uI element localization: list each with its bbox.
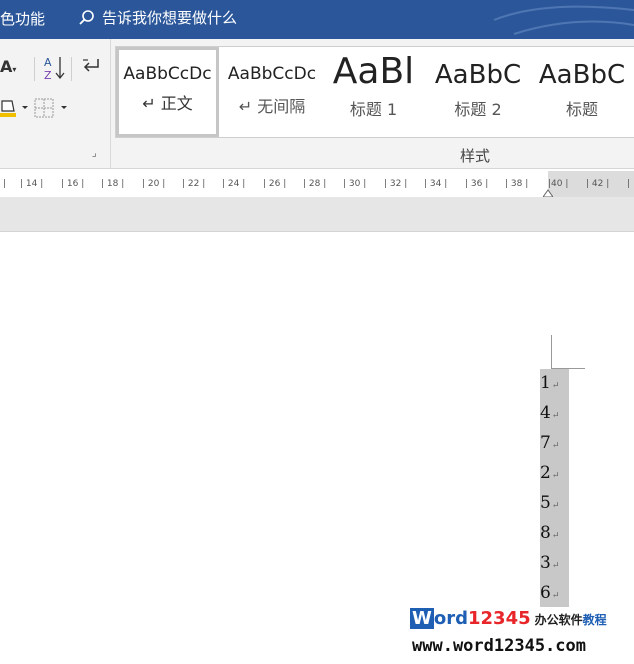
document-page[interactable]: [0, 232, 634, 664]
ruler-tick: | 24 |: [222, 179, 246, 189]
document-line[interactable]: 5↵: [540, 493, 570, 523]
ruler-tick: |: [627, 179, 631, 189]
watermark-caption: 办公软件: [534, 613, 583, 627]
document-line[interactable]: 4↵: [540, 403, 570, 433]
style-sample: AaBbCcDc: [123, 64, 212, 84]
svg-text:Z: Z: [44, 69, 52, 81]
shading-icon[interactable]: [0, 97, 32, 123]
ruler-tick: | 22 |: [182, 179, 206, 189]
watermark-caption: 教程: [582, 613, 607, 627]
line-text: 3: [540, 553, 551, 573]
font-size-icon[interactable]: A▾: [0, 57, 16, 76]
title-bar-decoration: [493, 5, 634, 35]
style-heading-1[interactable]: AaBl 标题 1: [326, 47, 421, 137]
style-sample: AaBbC: [538, 60, 626, 90]
paragraph-group: A▾ A Z ⌟: [0, 39, 111, 168]
style-title[interactable]: AaBbC 标题: [532, 47, 632, 137]
ruler-tick: | 38 |: [505, 179, 529, 189]
line-text: 7: [540, 433, 551, 453]
document-line[interactable]: 3↵: [540, 553, 570, 583]
style-sample: AaBbC: [434, 60, 522, 90]
paragraph-mark-icon[interactable]: [80, 55, 102, 81]
ruler-tick: | 34 |: [424, 179, 448, 189]
styles-group-label: 样式: [460, 147, 491, 165]
ribbon: A▾ A Z ⌟ AaBbCcDc ↵ 正文 AaBbCcDc ↵ 无间隔 Aa…: [0, 39, 634, 169]
search-icon: [79, 9, 94, 25]
watermark-ord: ord: [433, 608, 468, 629]
style-label: ↵ 正文: [142, 94, 193, 113]
watermark-url: www.word12345.com: [412, 636, 586, 656]
style-label: 标题 2: [454, 100, 502, 119]
ruler-tick: | 26 |: [263, 179, 287, 189]
ruler-tick: | 42 |: [586, 179, 610, 189]
watermark-w: W: [410, 608, 434, 629]
document-line[interactable]: 7↵: [540, 433, 570, 463]
borders-icon[interactable]: [34, 97, 74, 123]
style-label: ↵ 无间隔: [238, 97, 306, 116]
title-bar: 色功能 告诉我你想要做什么: [0, 0, 634, 39]
margin-corner-mark: [551, 335, 552, 369]
style-heading-2[interactable]: AaBbC 标题 2: [428, 47, 528, 137]
ruler-tick: | 36 |: [465, 179, 489, 189]
tell-me-text: 告诉我你想要做什么: [102, 9, 238, 27]
right-indent-marker-icon[interactable]: [543, 188, 553, 197]
line-text: 1: [540, 373, 551, 393]
ruler-tick: | 16 |: [61, 179, 85, 189]
line-text: 5: [540, 493, 551, 513]
ruler-tick: | 28 |: [303, 179, 327, 189]
group-separator: [34, 57, 35, 81]
style-label: 标题: [565, 100, 598, 119]
style-label: 标题 1: [349, 100, 398, 119]
ruler-tick: | 30 |: [343, 179, 367, 189]
paragraph-mark-icon: ↵: [551, 471, 560, 481]
document-line[interactable]: 8↵: [540, 523, 570, 553]
document-line[interactable]: 1↵: [540, 373, 570, 403]
paragraph-dialog-launcher-icon[interactable]: ⌟: [92, 148, 97, 159]
style-normal[interactable]: AaBbCcDc ↵ 正文: [116, 47, 219, 137]
ruler-tick: | 20 |: [142, 179, 166, 189]
styles-gallery: AaBbCcDc ↵ 正文 AaBbCcDc ↵ 无间隔 AaBl 标题 1 A…: [115, 46, 634, 138]
line-text: 4: [540, 403, 551, 423]
ribbon-tab-partial[interactable]: 色功能: [0, 8, 45, 29]
svg-text:A: A: [44, 56, 52, 69]
style-no-spacing[interactable]: AaBbCcDc ↵ 无间隔: [222, 47, 322, 137]
paragraph-mark-icon: ↵: [551, 381, 560, 391]
ruler-tick: | 18 |: [101, 179, 125, 189]
ruler-tick: |: [3, 179, 7, 189]
tell-me-box[interactable]: 告诉我你想要做什么: [78, 7, 237, 28]
line-text: 8: [540, 523, 551, 543]
paragraph-mark-icon: ↵: [551, 591, 560, 601]
paragraph-mark-icon: ↵: [551, 411, 560, 421]
watermark-logo: Word12345 办公软件教程: [410, 608, 607, 629]
line-text: 6: [540, 583, 551, 603]
ruler-spacer: [0, 197, 634, 232]
paragraph-mark-icon: ↵: [551, 561, 560, 571]
line-text: 2: [540, 463, 551, 483]
ruler-tick: | 32 |: [384, 179, 408, 189]
group-separator: [71, 57, 72, 81]
document-line[interactable]: 2↵: [540, 463, 570, 493]
paragraph-mark-icon: ↵: [551, 441, 560, 451]
style-sample: AaBbCcDc: [227, 64, 317, 84]
ruler-tick: | 14 |: [20, 179, 44, 189]
paragraph-mark-icon: ↵: [551, 531, 560, 541]
sort-icon[interactable]: A Z: [44, 55, 66, 85]
watermark-digits: 12345: [468, 608, 531, 629]
style-sample: AaBl: [332, 52, 415, 92]
paragraph-mark-icon: ↵: [551, 501, 560, 511]
horizontal-ruler[interactable]: | | 14 | | 16 | | 18 | | 20 | | 22 | | 2…: [0, 171, 634, 197]
